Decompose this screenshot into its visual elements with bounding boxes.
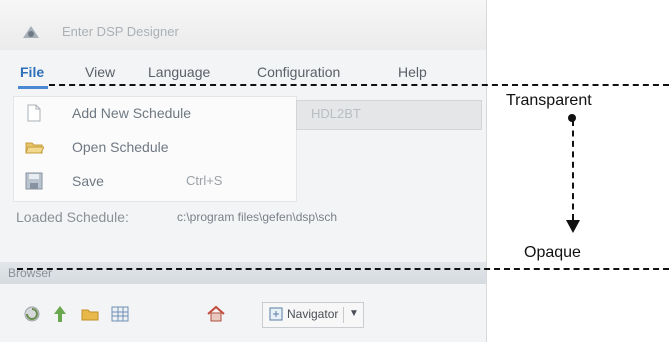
navigator-button[interactable]: Navigator ▼ xyxy=(262,302,364,328)
loaded-schedule-path: c:\program files\gefen\dsp\sch xyxy=(177,210,338,224)
refresh-icon[interactable] xyxy=(22,304,42,324)
folder-icon[interactable] xyxy=(80,304,100,324)
up-arrow-icon[interactable] xyxy=(50,304,70,324)
model-field-text: HDL2BT xyxy=(311,106,361,121)
model-field: HDL2BT xyxy=(296,100,482,130)
menu-item-label: Add New Schedule xyxy=(72,105,192,121)
loaded-schedule-label: Loaded Schedule: xyxy=(16,209,129,225)
browser-toolbar: Navigator ▼ xyxy=(0,298,486,332)
chevron-down-icon[interactable]: ▼ xyxy=(349,308,359,319)
active-menu-indicator xyxy=(18,86,48,89)
file-menu-dropdown: Add New Schedule Open Schedule Save Ctrl… xyxy=(13,96,297,202)
new-file-icon xyxy=(27,104,41,122)
opaque-label: Opaque xyxy=(524,244,581,261)
title-bar: Enter DSP Designer xyxy=(0,0,486,50)
transparent-boundary-line xyxy=(49,84,669,86)
menu-item-save[interactable]: Save Ctrl+S xyxy=(14,167,296,197)
menu-view[interactable]: View xyxy=(85,64,115,80)
navigator-icon xyxy=(269,307,283,321)
menu-item-add-new-schedule[interactable]: Add New Schedule xyxy=(14,99,296,129)
menu-file[interactable]: File xyxy=(20,64,44,80)
navigator-label: Navigator xyxy=(287,307,339,321)
gradient-arrow-line xyxy=(572,120,574,220)
open-folder-icon xyxy=(25,142,44,154)
transparent-label: Transparent xyxy=(506,92,592,109)
home-icon[interactable] xyxy=(206,304,226,324)
browser-panel-header: Browser xyxy=(0,262,486,284)
app-logo-icon xyxy=(23,26,39,38)
application-window: Enter DSP Designer File View Language Co… xyxy=(0,0,487,342)
menu-item-open-schedule[interactable]: Open Schedule xyxy=(14,133,296,163)
window-title: Enter DSP Designer xyxy=(62,24,179,39)
button-separator xyxy=(343,307,344,323)
menu-item-label: Save xyxy=(72,173,104,189)
menu-item-label: Open Schedule xyxy=(72,139,169,155)
save-disk-icon xyxy=(25,172,43,190)
menu-configuration[interactable]: Configuration xyxy=(257,64,340,80)
menu-help[interactable]: Help xyxy=(398,64,427,80)
loaded-schedule-row: Loaded Schedule: c:\program files\gefen\… xyxy=(0,205,486,231)
arrow-down-icon xyxy=(566,220,580,233)
menu-language[interactable]: Language xyxy=(148,64,210,80)
menu-item-shortcut: Ctrl+S xyxy=(186,173,223,188)
opaque-boundary-line xyxy=(17,268,669,270)
grid-view-icon[interactable] xyxy=(110,304,130,324)
